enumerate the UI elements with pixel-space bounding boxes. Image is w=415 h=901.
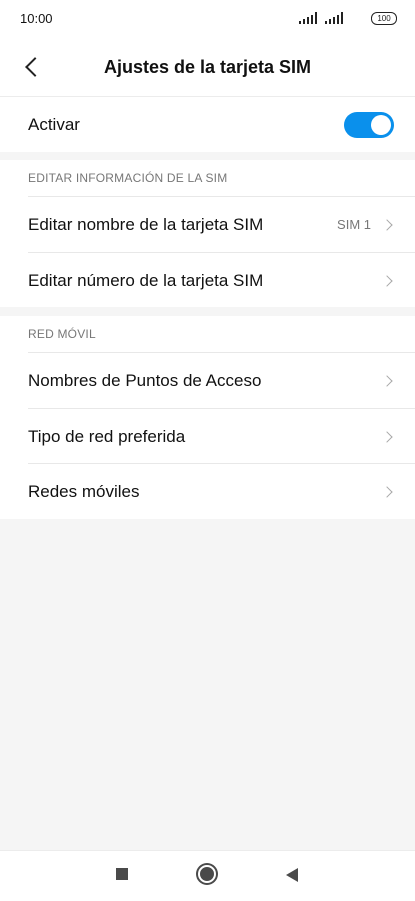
signal-icon (299, 12, 317, 24)
section-title: EDITAR INFORMACIÓN DE LA SIM (28, 171, 228, 185)
sim-info-section: EDITAR INFORMACIÓN DE LA SIM Editar nomb… (0, 160, 415, 307)
chevron-right-icon (381, 485, 393, 498)
activate-toggle[interactable] (344, 111, 394, 138)
battery-icon: 100 (371, 12, 397, 25)
signal-group (299, 12, 343, 24)
edit-sim-number-row[interactable]: Editar número de la tarjeta SIM (0, 253, 415, 308)
edit-sim-name-row[interactable]: Editar nombre de la tarjeta SIM SIM 1 (0, 197, 415, 252)
apn-row[interactable]: Nombres de Puntos de Acceso (0, 353, 415, 408)
sim-name-value: SIM 1 (337, 217, 371, 232)
navigation-bar (0, 850, 415, 901)
chevron-right-icon (381, 374, 393, 387)
chevron-right-icon (381, 274, 393, 287)
signal-icon (325, 12, 343, 24)
recents-square-icon[interactable] (116, 868, 128, 880)
status-bar: 10:00 100 (0, 0, 415, 38)
toggle-knob (371, 114, 391, 135)
chevron-right-icon (381, 430, 393, 443)
list-item-label: Editar número de la tarjeta SIM (28, 270, 264, 290)
activate-card: Activar (0, 96, 415, 152)
section-title: RED MÓVIL (28, 327, 96, 341)
list-item-label: Tipo de red preferida (28, 426, 186, 446)
activate-label: Activar (28, 114, 80, 134)
list-item-label: Redes móviles (28, 481, 140, 501)
activate-row[interactable]: Activar (0, 97, 415, 152)
mobile-network-section: RED MÓVIL Nombres de Puntos de Acceso Ti… (0, 316, 415, 519)
mobile-networks-row[interactable]: Redes móviles (0, 464, 415, 519)
page-title: Ajustes de la tarjeta SIM (103, 57, 312, 77)
status-time: 10:00 (20, 11, 53, 26)
list-item-label: Editar nombre de la tarjeta SIM (28, 214, 264, 234)
chevron-right-icon (381, 218, 393, 231)
back-triangle-icon[interactable] (286, 868, 298, 882)
preferred-network-row[interactable]: Tipo de red preferida (0, 409, 415, 464)
home-circle-icon[interactable] (198, 865, 216, 883)
list-item-label: Nombres de Puntos de Acceso (28, 370, 262, 390)
